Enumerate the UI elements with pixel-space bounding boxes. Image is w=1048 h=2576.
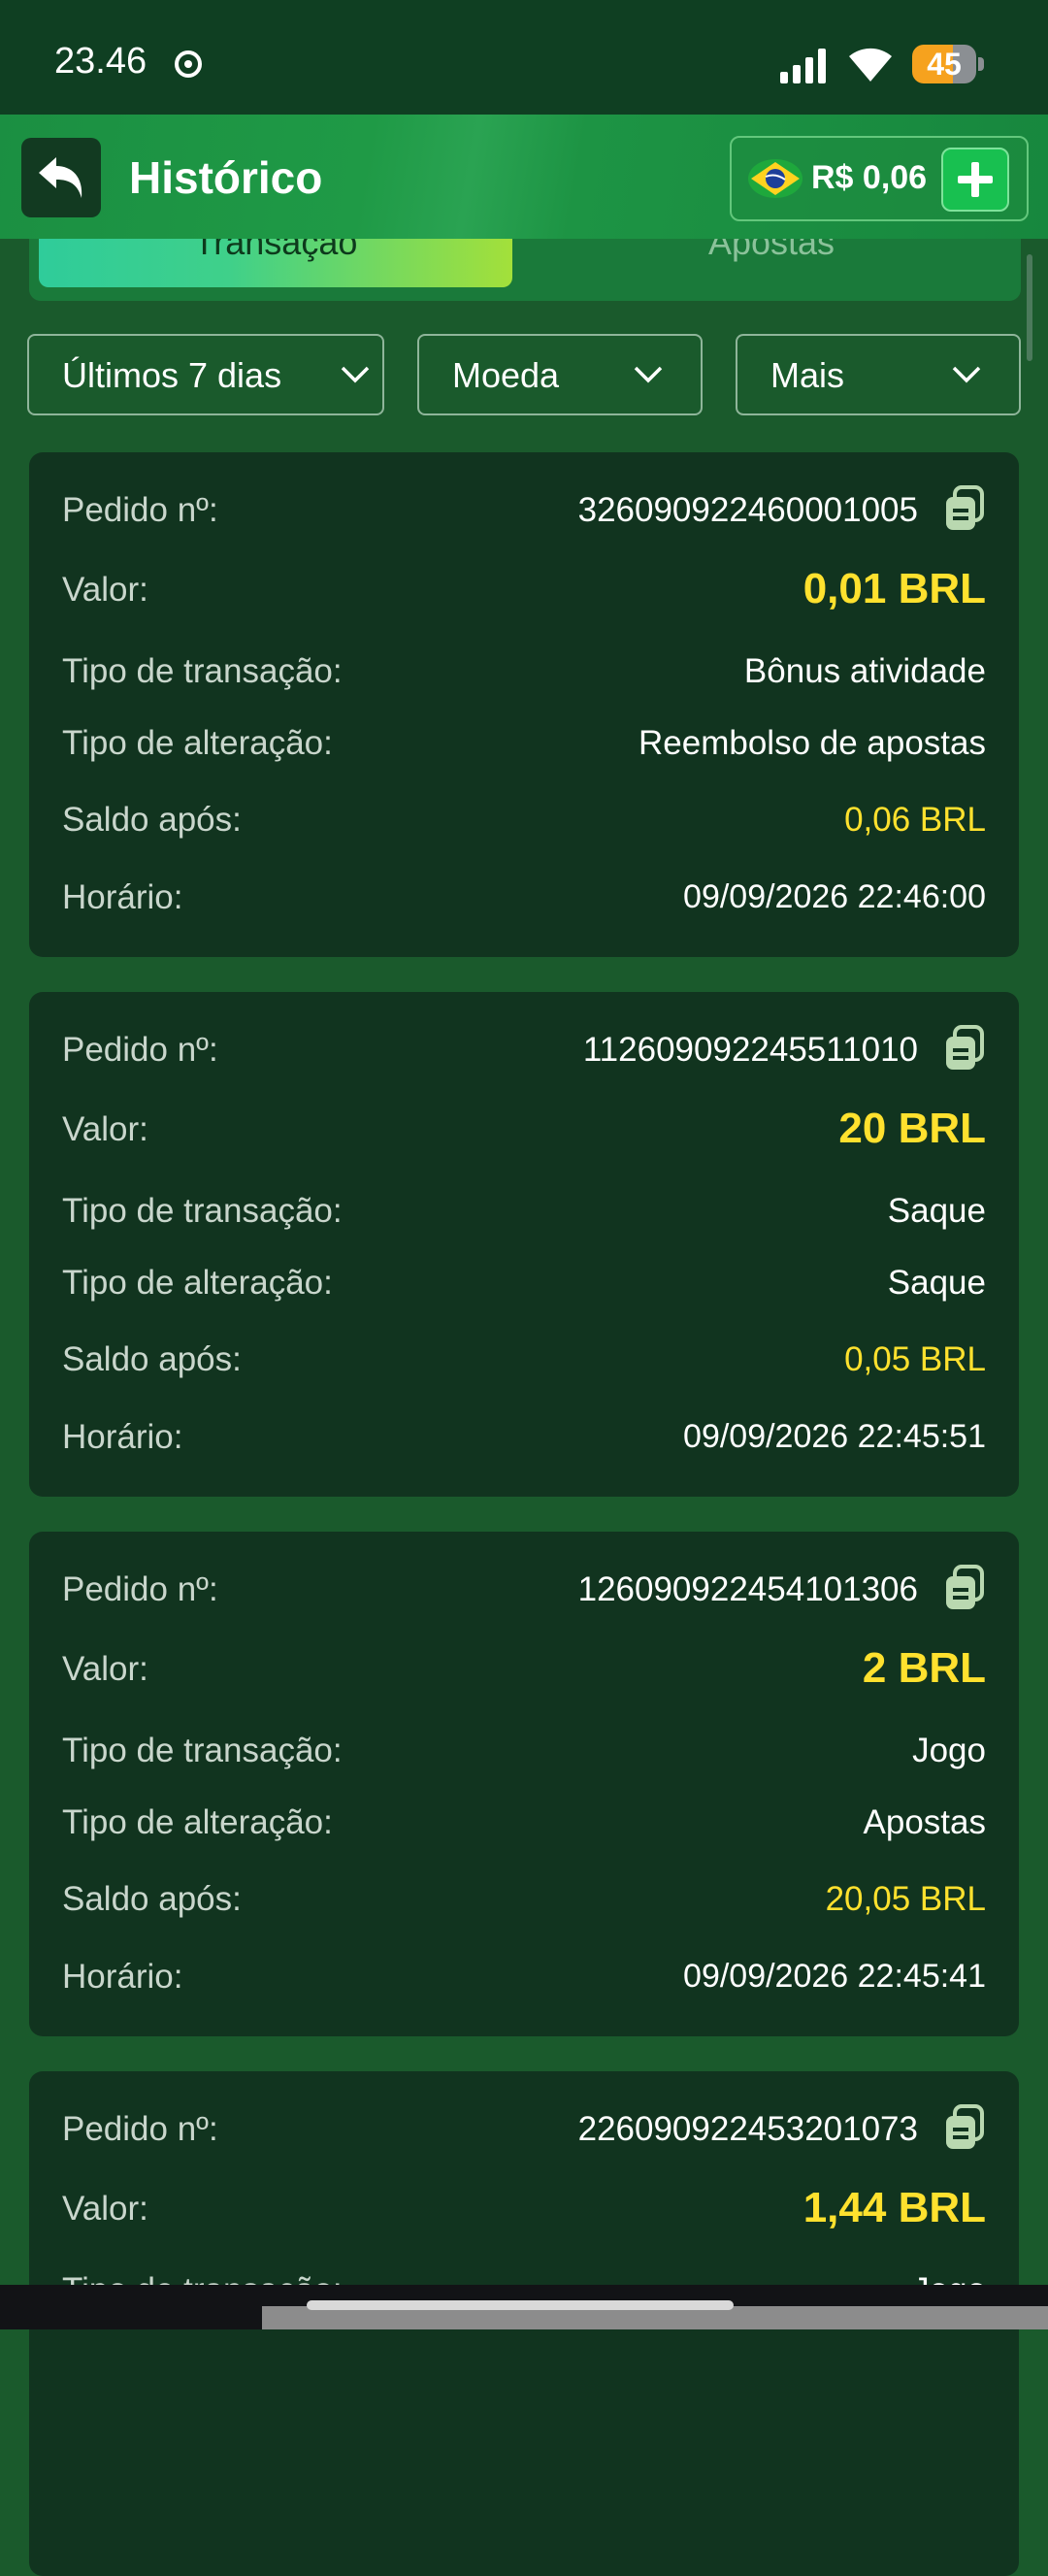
order-number: 326090922460001005	[577, 491, 918, 529]
balance-after-label: Saldo após:	[62, 801, 242, 839]
balance-after-row: Saldo após: 0,06 BRL	[62, 791, 986, 849]
balance-widget: R$ 0,06	[730, 136, 1029, 221]
add-funds-button[interactable]	[941, 148, 1009, 212]
balance-after-row: Saldo após: 0,05 BRL	[62, 1331, 986, 1389]
order-row: Pedido nº: 126090922454101306	[62, 1561, 986, 1619]
chrome-icon	[175, 50, 202, 78]
value-row: Valor: 20 BRL	[62, 1101, 986, 1159]
transaction-card: Pedido nº: 112609092245511010 Valor: 20 …	[29, 992, 1019, 1497]
value-amount: 20 BRL	[838, 1105, 986, 1152]
time-value: 09/09/2026 22:45:51	[683, 1418, 986, 1455]
transaction-type-label: Tipo de transação:	[62, 652, 343, 690]
back-arrow-icon	[39, 157, 82, 198]
status-time: 23.46	[54, 41, 147, 82]
copy-icon[interactable]	[943, 1565, 986, 1611]
order-row: Pedido nº: 226090922453201073	[62, 2100, 986, 2159]
value-amount: 0,01 BRL	[802, 565, 986, 612]
home-gesture-handle[interactable]	[307, 2300, 734, 2310]
copy-icon[interactable]	[943, 2104, 986, 2151]
value-row: Valor: 2 BRL	[62, 1640, 986, 1699]
value-row: Valor: 1,44 BRL	[62, 2180, 986, 2238]
chevron-down-icon	[341, 366, 370, 383]
value-label: Valor:	[62, 1110, 148, 1148]
transaction-type-row: Tipo de transação: Bônus atividade	[62, 643, 986, 701]
transaction-type-value: Jogo	[912, 1732, 986, 1769]
filter-period-label: Últimos 7 dias	[62, 355, 282, 395]
transaction-card: Pedido nº: 326090922460001005 Valor: 0,0…	[29, 452, 1019, 957]
chevron-down-icon	[634, 366, 663, 383]
back-button[interactable]	[21, 138, 101, 217]
value-label: Valor:	[62, 1650, 148, 1688]
filter-currency-label: Moeda	[452, 355, 560, 395]
plus-icon	[958, 162, 993, 197]
order-label: Pedido nº:	[62, 1570, 218, 1608]
transaction-type-label: Tipo de transação:	[62, 1732, 343, 1769]
filter-more-label: Mais	[770, 355, 845, 395]
time-value: 09/09/2026 22:45:41	[683, 1958, 986, 1995]
order-label: Pedido nº:	[62, 491, 218, 529]
copy-icon[interactable]	[943, 485, 986, 532]
order-row: Pedido nº: 112609092245511010	[62, 1021, 986, 1079]
battery-level: 45	[927, 47, 962, 82]
time-row: Horário: 09/09/2026 22:46:00	[62, 869, 986, 927]
filter-more[interactable]: Mais	[736, 334, 1021, 415]
change-type-value: Apostas	[863, 1803, 986, 1841]
change-type-label: Tipo de alteração:	[62, 1264, 333, 1302]
page-title: Histórico	[129, 152, 323, 203]
change-type-label: Tipo de alteração:	[62, 1803, 333, 1841]
transaction-type-label: Tipo de transação:	[62, 1192, 343, 1230]
change-type-row: Tipo de alteração: Reembolso de apostas	[62, 714, 986, 773]
order-label: Pedido nº:	[62, 2110, 218, 2148]
transaction-type-row: Tipo de transação: Jogo	[62, 1722, 986, 1780]
battery-icon: 45	[912, 45, 984, 83]
time-value: 09/09/2026 22:46:00	[683, 878, 986, 915]
value-row: Valor: 0,01 BRL	[62, 561, 986, 619]
transaction-type-row: Tipo de transação: Saque	[62, 1182, 986, 1240]
wifi-icon	[849, 48, 892, 82]
transaction-type-value: Bônus atividade	[743, 652, 986, 690]
balance-after-label: Saldo após:	[62, 1340, 242, 1378]
balance-amount: R$ 0,06	[811, 159, 928, 196]
time-row: Horário: 09/09/2026 22:45:51	[62, 1408, 986, 1467]
balance-after-value: 0,06 BRL	[844, 801, 986, 839]
copy-icon[interactable]	[943, 1025, 986, 1072]
change-type-label: Tipo de alteração:	[62, 724, 333, 762]
value-amount: 1,44 BRL	[802, 2184, 986, 2231]
change-type-row: Tipo de alteração: Apostas	[62, 1794, 986, 1852]
signal-icon	[780, 49, 826, 83]
filter-period[interactable]: Últimos 7 dias	[27, 334, 384, 415]
status-bar: 23.46 45	[0, 0, 1048, 115]
order-number: 126090922454101306	[577, 1570, 918, 1608]
time-row: Horário: 09/09/2026 22:45:41	[62, 1948, 986, 2006]
order-number: 226090922453201073	[577, 2110, 918, 2148]
balance-after-label: Saldo após:	[62, 1880, 242, 1918]
app-header: Histórico R$ 0,06	[0, 115, 1048, 239]
order-row: Pedido nº: 326090922460001005	[62, 481, 986, 540]
change-type-value: Saque	[887, 1264, 986, 1302]
brazil-flag-icon	[748, 159, 802, 198]
value-label: Valor:	[62, 571, 148, 609]
filter-currency[interactable]: Moeda	[417, 334, 703, 415]
transaction-card: Pedido nº: 126090922454101306 Valor: 2 B…	[29, 1532, 1019, 2036]
chevron-down-icon	[952, 366, 981, 383]
scrollbar[interactable]	[1027, 254, 1032, 361]
order-number: 112609092245511010	[582, 1031, 918, 1069]
order-label: Pedido nº:	[62, 1031, 218, 1069]
balance-after-value: 0,05 BRL	[844, 1340, 986, 1378]
value-amount: 2 BRL	[862, 1644, 986, 1692]
transaction-type-value: Saque	[887, 1192, 986, 1230]
change-type-row: Tipo de alteração: Saque	[62, 1254, 986, 1312]
change-type-value: Reembolso de apostas	[639, 724, 986, 762]
balance-after-row: Saldo após: 20,05 BRL	[62, 1870, 986, 1929]
value-label: Valor:	[62, 2190, 148, 2228]
balance-after-value: 20,05 BRL	[825, 1880, 986, 1918]
